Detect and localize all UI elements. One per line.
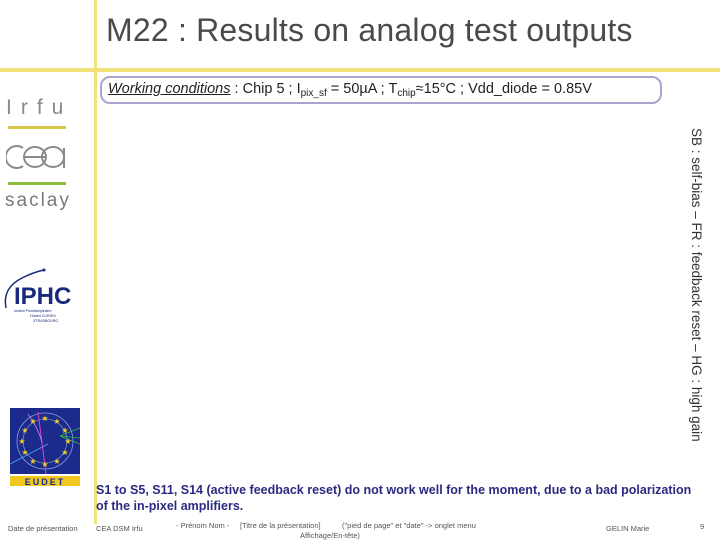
working-conditions-label: Working conditions	[108, 81, 231, 97]
iphc-logo: IPHC Institut Pluridisciplinaire Hubert …	[4, 268, 71, 323]
svg-text:★: ★	[53, 417, 60, 426]
svg-text:Hubert CURIEN: Hubert CURIEN	[30, 314, 56, 318]
svg-text:★: ★	[53, 457, 60, 466]
vertical-accent-line	[94, 0, 97, 524]
footer-date: Date de présentation	[8, 524, 78, 533]
svg-text:★: ★	[64, 437, 71, 446]
working-conditions-text: Working conditions : Chip 5 ; Ipix_sf = …	[108, 81, 592, 99]
abbreviations-note: SB : self-bias – FR : feedback reset – H…	[689, 128, 704, 442]
cea-logo	[6, 145, 65, 169]
iphc-logo-text: IPHC	[14, 283, 71, 310]
separator: :	[230, 81, 243, 97]
saclay-logo: saclay	[5, 190, 71, 211]
irfu-logo: Irfu	[6, 96, 73, 119]
svg-text:★: ★	[18, 437, 25, 446]
footer-author: GELIN Marie	[606, 524, 650, 533]
svg-text:Institut Pluridisciplinaire: Institut Pluridisciplinaire	[14, 309, 52, 313]
svg-text:★: ★	[21, 448, 28, 457]
footer-hint-line1: ("pied de page" et "date" -> onglet menu	[342, 521, 476, 530]
horizontal-accent-line	[0, 68, 720, 72]
conditions-rest: ≈15°C ; Vdd_diode = 0.85V	[415, 81, 592, 97]
svg-text:★: ★	[29, 417, 36, 426]
svg-text:STRASBOURG: STRASBOURG	[33, 319, 58, 323]
footer-organization: CEA DSM Irfu	[96, 524, 143, 533]
footer-hint-line2: Affichage/En-tête)	[300, 531, 360, 540]
svg-text:★: ★	[21, 426, 28, 435]
footer-author-placeholder: - Prénom Nom -	[176, 521, 230, 530]
eudet-logo-text: EUDET	[25, 477, 66, 487]
chip-value: Chip 5 ; I	[242, 81, 301, 97]
results-note: S1 to S5, S11, S14 (active feedback rese…	[96, 483, 692, 513]
svg-text:★: ★	[41, 414, 48, 423]
logo-divider-green	[8, 182, 66, 185]
svg-text:★: ★	[61, 426, 68, 435]
ipix-subscript: pix_sf	[300, 88, 327, 99]
svg-text:★: ★	[29, 457, 36, 466]
footer-title-placeholder: [Titre de la présentation]	[240, 521, 321, 530]
svg-text:★: ★	[41, 460, 48, 469]
ipix-value: = 50µA ; T	[326, 81, 398, 97]
page-number: 9	[700, 522, 705, 531]
svg-text:★: ★	[61, 448, 68, 457]
slide-title: M22 : Results on analog test outputs	[106, 12, 633, 48]
eudet-logo: ★ ★★ ★★★ ★★★ ★★★ EUDET	[10, 408, 80, 487]
logo-divider-yellow	[8, 126, 66, 129]
tchip-subscript: chip	[397, 88, 416, 99]
